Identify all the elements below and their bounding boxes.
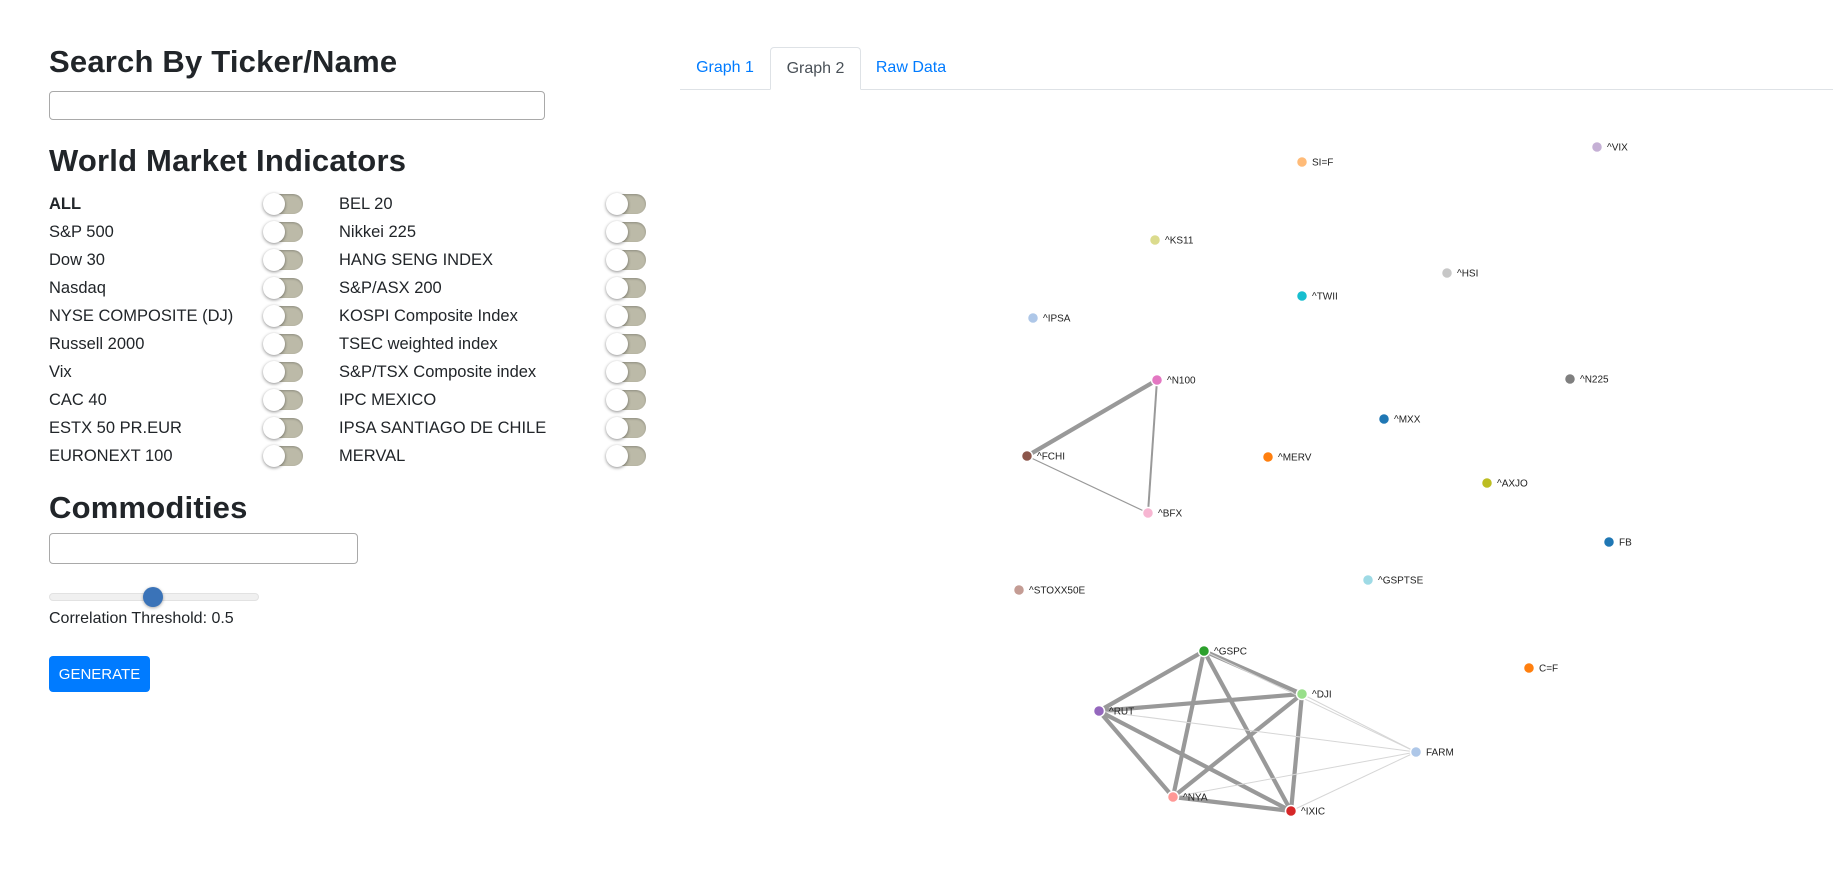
graph-node[interactable]: C=F <box>1522 661 1559 675</box>
graph-node-label: C=F <box>1539 664 1558 675</box>
graph-node-label: SI=F <box>1312 158 1333 169</box>
graph-node-dot[interactable] <box>1284 804 1298 818</box>
graph-link <box>1025 378 1159 458</box>
graph-node-dot[interactable] <box>1295 687 1309 701</box>
graph-node-dot[interactable] <box>1522 661 1536 675</box>
graph-node[interactable]: ^NYA <box>1166 790 1208 804</box>
graph-node[interactable]: ^FCHI <box>1020 449 1066 463</box>
graph-node[interactable]: ^KS11 <box>1148 233 1194 247</box>
graph-node-label: ^GSPC <box>1214 647 1247 658</box>
graph-node-label: ^RUT <box>1109 707 1134 718</box>
graph-node-dot[interactable] <box>1590 140 1604 154</box>
graph-node-dot[interactable] <box>1295 289 1309 303</box>
graph-link <box>1290 751 1417 812</box>
graph-node-dot[interactable] <box>1261 450 1275 464</box>
graph-node[interactable]: ^AXJO <box>1480 476 1529 490</box>
graph-node-dot[interactable] <box>1141 506 1155 520</box>
graph-node[interactable]: ^N100 <box>1150 373 1197 387</box>
graph-node-label: ^BFX <box>1158 509 1182 520</box>
graph-node-dot[interactable] <box>1150 373 1164 387</box>
graph-node-label: ^VIX <box>1607 143 1628 154</box>
graph-node-label: ^IXIC <box>1301 807 1325 818</box>
graph-node[interactable]: ^VIX <box>1590 140 1629 154</box>
graph-link <box>1288 693 1305 812</box>
graph-links <box>1025 378 1417 814</box>
correlation-network-graph[interactable]: ^VIX SI=F ^KS11 ^HSI ^TWII ^IPSA ^N100 ^N225 ^MX… <box>0 0 1833 883</box>
graph-node-dot[interactable] <box>1020 449 1034 463</box>
graph-node-dot[interactable] <box>1563 372 1577 386</box>
graph-link <box>1147 379 1158 514</box>
graph-node[interactable]: ^MERV <box>1261 450 1312 464</box>
graph-node-label: ^HSI <box>1457 269 1478 280</box>
graph-node[interactable]: ^BFX <box>1141 506 1183 520</box>
graph-node-dot[interactable] <box>1295 155 1309 169</box>
graph-node-label: ^N225 <box>1580 375 1609 386</box>
graph-node-label: FB <box>1619 538 1632 549</box>
graph-node-dot[interactable] <box>1092 704 1106 718</box>
graph-node-label: ^N100 <box>1167 376 1196 387</box>
graph-node-dot[interactable] <box>1480 476 1494 490</box>
graph-node-dot[interactable] <box>1440 266 1454 280</box>
graph-node-label: ^DJI <box>1312 690 1332 701</box>
graph-node[interactable]: ^GSPC <box>1197 644 1248 658</box>
graph-node[interactable]: ^STOXX50E <box>1012 583 1086 597</box>
graph-node[interactable]: ^N225 <box>1563 372 1610 386</box>
graph-node-label: ^MERV <box>1278 453 1312 464</box>
graph-node-dot[interactable] <box>1166 790 1180 804</box>
graph-node-dot[interactable] <box>1409 745 1423 759</box>
graph-node-label: ^IPSA <box>1043 314 1071 325</box>
graph-node[interactable]: SI=F <box>1295 155 1334 169</box>
graph-node[interactable]: ^MXX <box>1377 412 1421 426</box>
graph-node[interactable]: ^IPSA <box>1026 311 1071 325</box>
graph-node-dot[interactable] <box>1361 573 1375 587</box>
graph-node-label: ^GSPTSE <box>1378 576 1424 587</box>
graph-node-label: ^AXJO <box>1497 479 1528 490</box>
graph-node[interactable]: ^TWII <box>1295 289 1338 303</box>
graph-node-label: ^NYA <box>1183 793 1208 804</box>
graph-node[interactable]: ^IXIC <box>1284 804 1326 818</box>
graph-node-label: ^STOXX50E <box>1029 586 1086 597</box>
graph-link <box>1026 455 1149 514</box>
graph-node-dot[interactable] <box>1026 311 1040 325</box>
graph-node-label: FARM <box>1426 748 1454 759</box>
graph-node-dot[interactable] <box>1197 644 1211 658</box>
graph-node-label: ^MXX <box>1394 415 1421 426</box>
graph-node-label: ^TWII <box>1312 292 1338 303</box>
graph-node[interactable]: FB <box>1602 535 1633 549</box>
graph-node-dot[interactable] <box>1012 583 1026 597</box>
graph-node-label: ^KS11 <box>1165 236 1194 247</box>
graph-node-dot[interactable] <box>1602 535 1616 549</box>
graph-node-dot[interactable] <box>1148 233 1162 247</box>
graph-node-dot[interactable] <box>1377 412 1391 426</box>
graph-node[interactable]: ^GSPTSE <box>1361 573 1424 587</box>
graph-node[interactable]: ^DJI <box>1295 687 1332 701</box>
graph-node[interactable]: FARM <box>1409 745 1454 759</box>
graph-link <box>1097 709 1175 799</box>
graph-node-label: ^FCHI <box>1037 452 1065 463</box>
graph-node[interactable]: ^RUT <box>1092 704 1135 718</box>
graph-node[interactable]: ^HSI <box>1440 266 1479 280</box>
